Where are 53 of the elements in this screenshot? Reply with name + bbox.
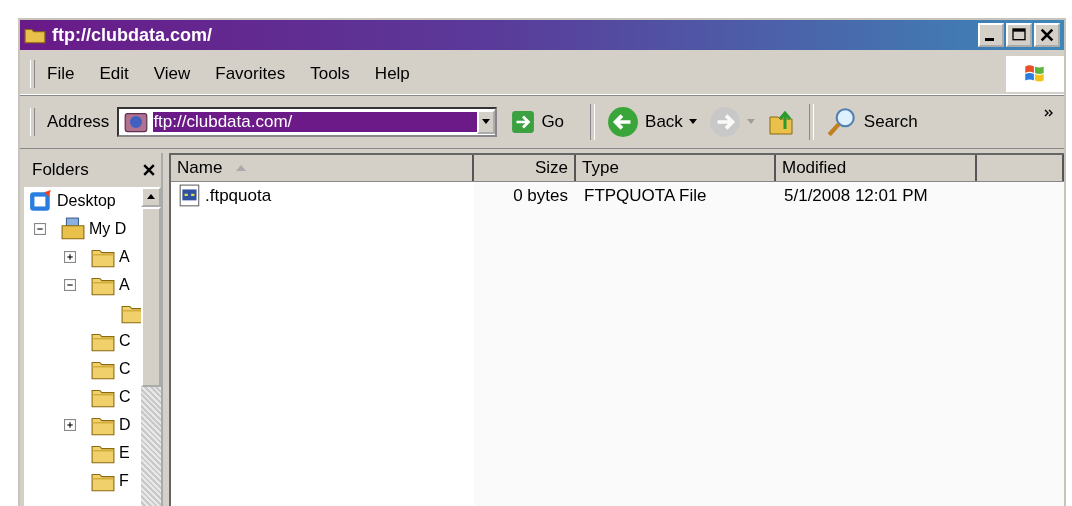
menu-item[interactable]: View (153, 64, 191, 84)
maximize-button[interactable] (1006, 23, 1032, 47)
up-arrow-icon[interactable] (147, 194, 155, 200)
tree-item[interactable]: C (119, 360, 131, 378)
folders-title: Folders (32, 160, 89, 180)
window-title: ftp://clubdata.com/ (52, 24, 213, 46)
close-icon[interactable] (141, 162, 157, 178)
minimize-button[interactable] (978, 23, 1004, 47)
caret-icon (688, 119, 697, 125)
menu-item[interactable]: File (47, 64, 75, 84)
close-button[interactable] (1034, 23, 1060, 47)
address-field[interactable]: ftp://clubdata.com/ (117, 107, 498, 137)
menu-item[interactable]: Favorites (215, 64, 286, 84)
address-label: Address (47, 112, 110, 132)
collapse-icon[interactable] (34, 223, 46, 235)
tree-item[interactable]: E (119, 444, 130, 462)
go-button[interactable]: Go (505, 102, 571, 142)
menu-item[interactable]: Edit (99, 64, 129, 84)
tree-item[interactable]: My D (89, 220, 127, 238)
globe-folder-icon (123, 110, 150, 134)
expand-icon[interactable] (64, 419, 76, 431)
table-cell: FTPQUOTA File (584, 186, 707, 206)
tree-item[interactable]: A (119, 276, 130, 294)
tree-item[interactable]: A (119, 248, 130, 266)
menu-item[interactable]: Tools (310, 64, 350, 84)
maximize-icon (1011, 27, 1027, 43)
close-icon (1039, 27, 1055, 43)
tree-item[interactable]: C (119, 388, 131, 406)
dropdown-button[interactable] (477, 110, 496, 134)
menu-item[interactable]: Help (374, 64, 410, 84)
chevron-icon[interactable] (1044, 109, 1054, 117)
documents-folder-icon (61, 217, 85, 241)
column-header[interactable]: Type (576, 155, 776, 181)
back-button[interactable]: Back (601, 102, 703, 142)
tree-item[interactable]: Desktop (57, 192, 116, 210)
table-cell: 0 bytes (513, 186, 568, 206)
column-header[interactable]: Size (474, 155, 576, 181)
caret-icon (482, 119, 491, 125)
expand-icon[interactable] (64, 251, 76, 263)
tree-item[interactable]: F (119, 472, 129, 490)
caret-icon (746, 119, 755, 125)
minimize-icon (984, 37, 994, 41)
tree-item[interactable]: C (119, 332, 131, 350)
folder-icon (24, 26, 46, 44)
file-name[interactable]: .ftpquota (205, 186, 272, 206)
windows-logo-icon (1006, 56, 1064, 92)
collapse-icon[interactable] (64, 279, 76, 291)
scrollbar[interactable] (141, 187, 161, 506)
column-header[interactable]: Modified (776, 155, 977, 181)
table-cell: 5/1/2008 12:01 PM (784, 186, 928, 206)
search-button[interactable]: Search (819, 102, 924, 142)
tree-item[interactable]: D (119, 416, 131, 434)
search-icon (825, 106, 858, 138)
